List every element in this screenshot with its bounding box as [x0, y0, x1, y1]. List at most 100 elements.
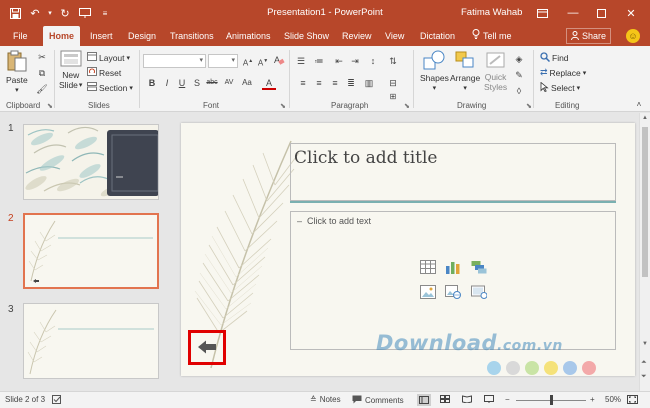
fit-to-window-icon[interactable]: [627, 395, 638, 404]
tab-home[interactable]: Home: [43, 26, 81, 46]
align-left-icon[interactable]: ≡: [296, 76, 310, 90]
reset-button[interactable]: Reset: [87, 67, 121, 78]
cut-icon[interactable]: ✂: [35, 50, 49, 64]
reading-view-icon[interactable]: [462, 395, 472, 403]
save-icon[interactable]: [6, 4, 24, 22]
close-icon[interactable]: ✕: [620, 3, 642, 23]
font-color-button[interactable]: A: [262, 76, 276, 90]
numbering-icon[interactable]: ≔: [312, 54, 326, 68]
increase-font-icon[interactable]: A▲: [241, 54, 255, 68]
tab-slide-show[interactable]: Slide Show: [278, 26, 335, 46]
customize-qat-icon[interactable]: ≡: [96, 4, 114, 22]
spelling-check-icon[interactable]: [52, 395, 62, 404]
undo-dropdown-icon[interactable]: ▾: [46, 4, 54, 22]
strikethrough-button[interactable]: abc: [205, 76, 219, 90]
section-button[interactable]: Section ▾: [87, 82, 133, 93]
user-name[interactable]: Fatima Wahab: [461, 7, 522, 18]
scrollbar-thumb[interactable]: [642, 127, 648, 277]
justify-icon[interactable]: ≣: [344, 76, 358, 90]
increase-indent-icon[interactable]: ⇥: [348, 54, 362, 68]
action-button-back-icon[interactable]: [197, 339, 217, 357]
tab-design[interactable]: Design: [122, 26, 162, 46]
arrange-button[interactable]: Arrange ▾: [450, 50, 480, 92]
find-button[interactable]: Find: [540, 52, 569, 64]
ribbon-display-options-icon[interactable]: [531, 3, 553, 23]
decrease-indent-icon[interactable]: ⇤: [332, 54, 346, 68]
align-text-icon[interactable]: ⊟: [386, 76, 400, 90]
character-spacing-button[interactable]: AV: [222, 76, 236, 90]
insert-table-icon[interactable]: [420, 260, 436, 274]
undo-icon[interactable]: ↶: [26, 4, 44, 22]
line-spacing-icon[interactable]: ↕: [366, 54, 380, 68]
notes-button[interactable]: ≙ Notes: [310, 395, 341, 404]
start-slideshow-icon[interactable]: [76, 4, 94, 22]
zoom-out-icon[interactable]: −: [505, 395, 510, 404]
font-name-combo[interactable]: ▾: [143, 54, 206, 68]
tab-review[interactable]: Review: [336, 26, 378, 46]
align-right-icon[interactable]: ≡: [328, 76, 342, 90]
replace-button[interactable]: ⇄ Replace ▾: [540, 67, 586, 78]
slideshow-view-icon[interactable]: [484, 395, 494, 403]
maximize-icon[interactable]: [590, 3, 612, 23]
shape-outline-icon[interactable]: ✎: [512, 68, 526, 82]
text-direction-icon[interactable]: ⇅: [386, 54, 400, 68]
bold-button[interactable]: B: [145, 76, 159, 90]
underline-button[interactable]: U: [175, 76, 189, 90]
paragraph-launcher-icon[interactable]: ⬊: [404, 102, 410, 110]
italic-button[interactable]: I: [160, 76, 174, 90]
change-case-button[interactable]: Aa: [240, 76, 254, 90]
insert-picture-icon[interactable]: [420, 285, 436, 299]
drawing-launcher-icon[interactable]: ⬊: [526, 102, 532, 110]
zoom-level[interactable]: 50%: [605, 395, 621, 404]
shape-fill-icon[interactable]: ◈: [512, 52, 526, 66]
vertical-scrollbar[interactable]: ▲ ▼ ⏶ ⏷: [639, 113, 650, 391]
layout-button[interactable]: Layout ▾: [87, 52, 130, 63]
scroll-up-icon[interactable]: ▲: [642, 115, 648, 121]
tab-transitions[interactable]: Transitions: [164, 26, 220, 46]
format-painter-icon[interactable]: 🖌: [35, 82, 49, 96]
font-launcher-icon[interactable]: ⬊: [280, 102, 286, 110]
zoom-slider-handle[interactable]: [549, 395, 553, 405]
tab-dictation[interactable]: Dictation: [414, 26, 461, 46]
clipboard-launcher-icon[interactable]: ⬊: [47, 102, 53, 110]
tab-view[interactable]: View: [379, 26, 410, 46]
select-button[interactable]: Select ▾: [540, 81, 580, 94]
scroll-down-icon[interactable]: ▼: [642, 341, 648, 347]
decrease-font-icon[interactable]: A▼: [256, 54, 270, 68]
normal-view-icon[interactable]: [417, 394, 431, 406]
previous-slide-icon[interactable]: ⏶: [641, 359, 647, 367]
next-slide-icon[interactable]: ⏷: [641, 373, 647, 381]
columns-icon[interactable]: ▥: [362, 76, 376, 90]
insert-online-picture-icon[interactable]: [445, 285, 461, 299]
title-placeholder[interactable]: Click to add title: [290, 143, 616, 201]
bullets-icon[interactable]: ☰: [294, 54, 308, 68]
paste-button[interactable]: Paste ▾: [6, 50, 28, 94]
zoom-in-icon[interactable]: +: [590, 395, 595, 404]
share-button[interactable]: Share: [566, 28, 612, 44]
content-placeholder[interactable]: – Click to add text: [290, 211, 616, 350]
tab-animations[interactable]: Animations: [220, 26, 277, 46]
collapse-ribbon-icon[interactable]: ˄: [632, 98, 646, 112]
insert-video-icon[interactable]: [471, 285, 488, 299]
slide-thumbnail-3[interactable]: [23, 303, 159, 379]
tab-file[interactable]: File: [7, 26, 34, 46]
font-size-combo[interactable]: ▾: [208, 54, 238, 68]
shapes-button[interactable]: Shapes ▾: [420, 50, 449, 92]
shape-effects-icon[interactable]: ◊: [512, 84, 526, 98]
tell-me-box[interactable]: Tell me: [466, 26, 518, 46]
redo-icon[interactable]: ↻: [56, 4, 74, 22]
text-shadow-button[interactable]: S: [190, 76, 204, 90]
copy-icon[interactable]: ⧉: [35, 66, 49, 80]
quick-styles-button[interactable]: Quick Styles: [484, 50, 507, 92]
comments-button[interactable]: Comments: [352, 395, 404, 406]
smartart-icon[interactable]: ⊞: [386, 90, 400, 104]
align-center-icon[interactable]: ≡: [312, 76, 326, 90]
slide-thumbnail-2[interactable]: [23, 213, 159, 289]
slide-sorter-icon[interactable]: [440, 395, 450, 403]
insert-chart-icon[interactable]: [445, 260, 461, 274]
tab-insert[interactable]: Insert: [84, 26, 119, 46]
feedback-smiley-icon[interactable]: ☺: [626, 29, 640, 43]
clear-formatting-icon[interactable]: A: [272, 54, 286, 68]
slide-thumbnail-1[interactable]: [23, 124, 159, 200]
insert-smartart-icon[interactable]: [471, 260, 487, 274]
